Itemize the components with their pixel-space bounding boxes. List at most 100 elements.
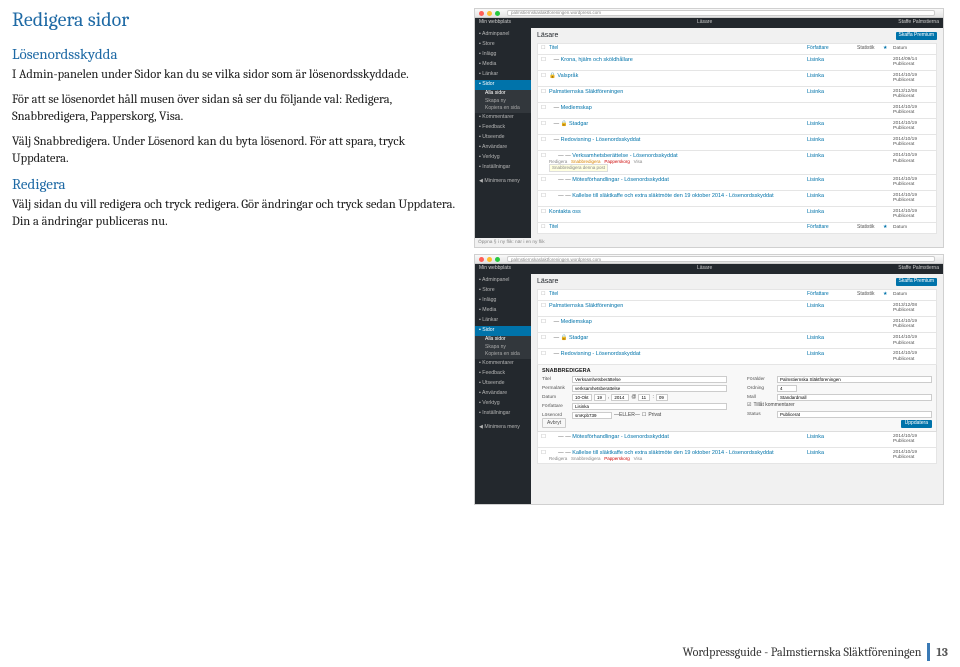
qe-year-input[interactable]: [611, 394, 629, 401]
sidebar-subitem[interactable]: Alla sidor: [475, 336, 531, 344]
minimize-icon[interactable]: [487, 11, 492, 16]
page-list-row[interactable]: ☐ — Medlemskap2014/10/19Publicerat: [537, 317, 937, 333]
sidebar-item[interactable]: ▪ Användare: [475, 143, 531, 153]
sidebar-subitem[interactable]: Kopiera en sida: [475, 351, 531, 359]
sidebar-item[interactable]: ▪ Media: [475, 60, 531, 70]
sidebar-subitem[interactable]: Alla sidor: [475, 90, 531, 98]
qe-day-input[interactable]: [594, 394, 606, 401]
sidebar-item[interactable]: ▪ Adminpanel: [475, 276, 531, 286]
qe-status-select[interactable]: [777, 411, 932, 418]
sidebar-item[interactable]: ▪ Länkar: [475, 316, 531, 326]
page-list-row[interactable]: ☐ — 🔒 StadgarLisinka2014/10/19Publicerat: [537, 333, 937, 349]
losenord-p3: Välj Snabbredigera. Under Lösenord kan d…: [12, 134, 462, 168]
qe-password-input[interactable]: [572, 412, 612, 419]
qe-parent-select[interactable]: [777, 376, 932, 383]
col-title: Titel: [549, 225, 807, 231]
sidebar-item[interactable]: ▪ Kommentarer: [475, 113, 531, 123]
sidebar-item[interactable]: ▪ Inlägg: [475, 50, 531, 60]
sidebar-item[interactable]: ▪ Inställningar: [475, 163, 531, 173]
page-list-row[interactable]: ☐ — Medlemskap2014/10/19Publicerat: [537, 103, 937, 119]
sidebar-item[interactable]: ▪ Feedback: [475, 123, 531, 133]
sidebar-subitem[interactable]: Skapa ny: [475, 344, 531, 352]
sidebar-item[interactable]: ▪ Store: [475, 40, 531, 50]
qe-update-button[interactable]: Uppdatera: [901, 420, 932, 428]
section-losenord-heading: Lösenordsskydda: [12, 45, 462, 63]
page-list-row[interactable]: ☐ — Redovisning - LösenordsskyddatLisink…: [537, 349, 937, 365]
user-label[interactable]: Staffe Palmstierna: [898, 266, 939, 272]
zoom-icon[interactable]: [495, 257, 500, 262]
qe-slug-input[interactable]: [572, 385, 727, 392]
qe-month-input[interactable]: [572, 394, 592, 401]
qe-author-input[interactable]: [572, 403, 727, 410]
sidebar-item[interactable]: ▪ Feedback: [475, 369, 531, 379]
content-title: Läsare: [537, 278, 558, 286]
qe-private-label: Privat: [648, 413, 661, 419]
minimize-icon[interactable]: [487, 257, 492, 262]
sidebar-subitem[interactable]: Kopiera en sida: [475, 105, 531, 113]
page-list-row[interactable]: ☐ — 🔒 StadgarLisinka2014/10/19Publicerat: [537, 119, 937, 135]
sidebar-item[interactable]: ▪ Användare: [475, 389, 531, 399]
qe-or-label: —ELLER—: [614, 413, 640, 419]
site-label[interactable]: Min webbplats: [479, 20, 511, 26]
sidebar-minimize[interactable]: ◀ Minimera meny: [475, 423, 531, 433]
sidebar-item[interactable]: ▪ Adminpanel: [475, 30, 531, 40]
sidebar-item[interactable]: ▪ Kommentarer: [475, 359, 531, 369]
qe-status-label: Status: [747, 412, 775, 418]
sidebar-item[interactable]: ▪ Store: [475, 286, 531, 296]
qe-cancel-button[interactable]: Avbryt: [542, 418, 566, 428]
col-date: Datum: [893, 225, 933, 231]
page-list-row[interactable]: ☐ — — Mötesförhandlingar - Lösenordsskyd…: [537, 432, 937, 448]
page-list-row[interactable]: ☐ — — Kallelse till släktkaffe och extra…: [537, 191, 937, 207]
premium-button[interactable]: Skaffa Premium: [896, 278, 937, 286]
page-list-row[interactable]: ☐Palmstiernska SläktföreningenLisinka201…: [537, 87, 937, 103]
page-footer: Wordpressguide - Palmstiernska Släktföre…: [683, 643, 948, 661]
sidebar-subitem[interactable]: Skapa ny: [475, 98, 531, 106]
sidebar-item[interactable]: ▪ Utseende: [475, 133, 531, 143]
qe-template-label: Mall: [747, 395, 775, 401]
col-stats: Statistik: [857, 225, 883, 231]
premium-button[interactable]: Skaffa Premium: [896, 32, 937, 40]
close-icon[interactable]: [479, 257, 484, 262]
sidebar-item[interactable]: ▪ Sidor: [475, 80, 531, 90]
wp-content: Läsare Skaffa Premium ☐TitelFörfattareSt…: [531, 274, 943, 504]
page-list-row[interactable]: ☐ — — Verksamhetsberättelse - Lösenordss…: [537, 151, 937, 175]
qe-private-checkbox[interactable]: ☐: [642, 413, 646, 419]
page-list-row[interactable]: ☐ — Krona, hjälm och sköldhållareLisinka…: [537, 55, 937, 71]
losenord-p1: I Admin-panelen under Sidor kan du se vi…: [12, 67, 462, 84]
sidebar-item[interactable]: ▪ Inställningar: [475, 409, 531, 419]
sidebar-item[interactable]: ▪ Inlägg: [475, 296, 531, 306]
zoom-icon[interactable]: [495, 11, 500, 16]
losenord-p2: För att se lösenordet håll musen över si…: [12, 92, 462, 126]
sidebar-item[interactable]: ▪ Länkar: [475, 70, 531, 80]
close-icon[interactable]: [479, 11, 484, 16]
redigera-p1: Välj sidan du vill redigera och tryck re…: [12, 197, 462, 231]
page-list-row[interactable]: ☐ — — Kallelse till släktkaffe och extra…: [537, 448, 937, 464]
qe-author-label: Författare: [542, 404, 570, 410]
page-reader: Läsare: [697, 266, 712, 272]
qe-comments-checkbox[interactable]: ☑: [747, 403, 751, 409]
page-list-row[interactable]: ☐ — Redovisning - LösenordsskyddatLisink…: [537, 135, 937, 151]
page-list-row[interactable]: ☐🔒 ValspråkLisinka2014/10/19Publicerat: [537, 71, 937, 87]
page-list-row[interactable]: ☐ — — Mötesförhandlingar - Lösenordsskyd…: [537, 175, 937, 191]
address-bar[interactable]: palmstiernskaslaktforeningen.wordpress.c…: [507, 10, 935, 16]
sidebar-item[interactable]: ▪ Utseende: [475, 379, 531, 389]
qe-hour-input[interactable]: [638, 394, 650, 401]
qe-title-input[interactable]: [572, 376, 727, 383]
qe-min-input[interactable]: [656, 394, 668, 401]
user-label[interactable]: Staffe Palmstierna: [898, 20, 939, 26]
sidebar-item[interactable]: ▪ Media: [475, 306, 531, 316]
qe-order-input[interactable]: [777, 385, 797, 392]
page-list-row[interactable]: ☐Kontakta ossLisinka2014/10/19Publicerat: [537, 207, 937, 223]
sidebar-item[interactable]: ▪ Verktyg: [475, 399, 531, 409]
address-bar[interactable]: palmstiernskaslaktforeningen.wordpress.c…: [507, 256, 935, 262]
sidebar-minimize[interactable]: ◀ Minimera meny: [475, 177, 531, 187]
wp-content: Läsare Skaffa Premium ☐TitelFörfattareSt…: [531, 28, 943, 238]
wp-screenshot-quickedit: palmstiernskaslaktforeningen.wordpress.c…: [474, 254, 944, 505]
site-label[interactable]: Min webbplats: [479, 266, 511, 272]
sidebar-item[interactable]: ▪ Verktyg: [475, 153, 531, 163]
page-list-row[interactable]: ☐Palmstiernska SläktföreningenLisinka201…: [537, 301, 937, 317]
sidebar-item[interactable]: ▪ Sidor: [475, 326, 531, 336]
footer-text: Wordpressguide - Palmstiernska Släktföre…: [683, 645, 922, 659]
wp-sidebar: ▪ Adminpanel▪ Store▪ Inlägg▪ Media▪ Länk…: [475, 28, 531, 238]
qe-template-select[interactable]: [777, 394, 932, 401]
